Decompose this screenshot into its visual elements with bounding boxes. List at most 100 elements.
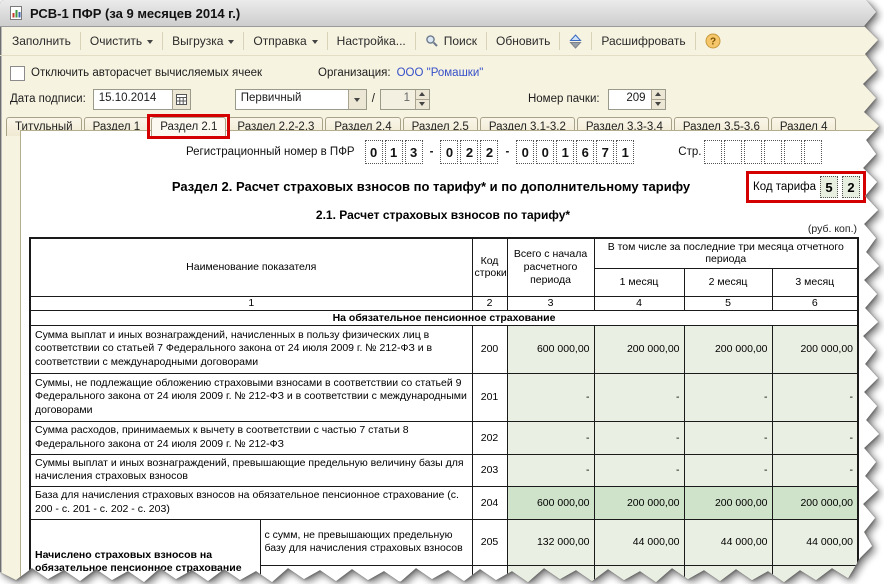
value-cell[interactable]: 200 000,00 xyxy=(683,485,773,520)
decode-button[interactable]: Расшифровать xyxy=(593,30,693,52)
value-cell[interactable]: 44 000,00 xyxy=(683,518,773,566)
group-header-row: На обязательное пенсионное страхование xyxy=(29,309,859,326)
spinner-buttons xyxy=(414,89,429,109)
value-cell[interactable]: 44 000,00 xyxy=(593,518,685,566)
header-name: Наименование показателя xyxy=(29,237,473,297)
row-subname: с сумм, превышающих предельную xyxy=(259,564,473,582)
toolbar-separator xyxy=(79,32,81,50)
help-icon: ? xyxy=(705,33,721,49)
value-cell[interactable] xyxy=(593,564,685,582)
row-code: 200 xyxy=(471,324,508,374)
value-cell[interactable]: - xyxy=(771,453,859,487)
chevron-down-icon xyxy=(354,97,361,102)
registration-row: Регистрационный номер в ПФР 0 1 3 - 0 2 … xyxy=(186,140,879,164)
tab-razdel-2-1[interactable]: Раздел 2.1 xyxy=(147,114,231,139)
value-cell[interactable] xyxy=(683,564,773,582)
row-code xyxy=(471,564,508,582)
refresh-button[interactable]: Обновить xyxy=(488,30,558,52)
page-label: Стр. xyxy=(678,146,702,158)
table-row: Начислено страховых взносов на обязатель… xyxy=(29,518,859,582)
correction-number-spinner: 1 xyxy=(379,88,430,110)
sort-arrows-icon xyxy=(569,33,582,49)
correction-type-combo[interactable]: Первичный xyxy=(234,88,367,110)
value-cell[interactable]: 132 000,00 xyxy=(506,518,595,566)
value-cell[interactable]: 600 000,00 xyxy=(506,324,595,374)
organization-link[interactable]: ООО "Ромашки" xyxy=(397,67,484,79)
value-cell[interactable]: - xyxy=(683,372,773,422)
value-cell[interactable]: - xyxy=(771,372,859,422)
value-cell[interactable]: 200 000,00 xyxy=(771,324,859,374)
header-last3: В том числе за последние три месяца отче… xyxy=(593,237,859,269)
header-total: Всего с начала расчетного периода xyxy=(506,237,595,297)
registration-cells: 0 1 3 - 0 2 2 - 0 0 1 6 7 1 xyxy=(364,140,635,164)
header-month-1: 1 месяц xyxy=(593,267,685,297)
export-button[interactable]: Выгрузка xyxy=(164,30,242,52)
value-cell[interactable]: 44 000,00 xyxy=(771,518,859,566)
value-cell[interactable]: - xyxy=(506,372,595,422)
sort-button[interactable] xyxy=(561,30,590,53)
table-row: Сумма расходов, принимаемых к вычету в с… xyxy=(29,420,859,455)
spinner-buttons[interactable] xyxy=(650,89,665,109)
screenshot: РСВ-1 ПФР (за 9 месяцев 2014 г.) Заполни… xyxy=(0,0,884,584)
value-cell[interactable]: - xyxy=(771,420,859,455)
tariff-code-label: Код тарифа xyxy=(753,181,816,193)
units-note: (руб. коп.) xyxy=(807,223,857,235)
help-button[interactable]: ? xyxy=(697,29,729,53)
sign-date-field[interactable]: 15.10.2014 xyxy=(92,88,191,110)
tariff-digit-cell[interactable]: 2 xyxy=(842,176,860,198)
value-cell[interactable] xyxy=(506,564,595,582)
window-title: РСВ-1 ПФР (за 9 месяцев 2014 г.) xyxy=(30,5,241,21)
row-group-name: Начислено страховых взносов на обязатель… xyxy=(29,518,261,582)
value-cell[interactable]: - xyxy=(506,420,595,455)
sign-date-label: Дата подписи: xyxy=(10,93,86,105)
value-cell[interactable]: - xyxy=(506,453,595,487)
row-name: Суммы выплат и иных вознаграждений, прев… xyxy=(29,453,473,487)
header-code: Код строки xyxy=(471,237,508,297)
table-row: База для начисления страховых взносов на… xyxy=(29,485,859,520)
send-button[interactable]: Отправка xyxy=(245,30,325,52)
calendar-button[interactable] xyxy=(171,89,190,109)
organization-label: Организация: xyxy=(318,67,391,79)
section-2-1-table: Наименование показателя Код строки Всего… xyxy=(29,237,860,582)
value-cell[interactable]: - xyxy=(683,453,773,487)
toolbar-separator xyxy=(591,32,593,50)
clear-button[interactable]: Очистить xyxy=(82,30,161,52)
row-name: Суммы, не подлежащие обложению страховым… xyxy=(29,372,473,422)
registration-label: Регистрационный номер в ПФР xyxy=(186,146,355,158)
row-name: Сумма выплат и иных вознаграждений, начи… xyxy=(29,324,473,374)
toolbar: Заполнить Очистить Выгрузка Отправка Нас… xyxy=(0,27,879,56)
value-cell[interactable]: 200 000,00 xyxy=(683,324,773,374)
value-cell[interactable]: 200 000,00 xyxy=(593,485,685,520)
value-cell[interactable]: 200 000,00 xyxy=(771,485,859,520)
chevron-down-icon xyxy=(228,39,235,44)
row-name: База для начисления страховых взносов на… xyxy=(29,485,473,520)
autocalc-checkbox[interactable] xyxy=(10,65,25,81)
row-name: Сумма расходов, принимаемых к вычету в с… xyxy=(29,420,473,455)
chevron-down-icon xyxy=(311,39,318,44)
tariff-digit-cell[interactable]: 5 xyxy=(820,176,838,198)
table-row: Суммы, не подлежащие обложению страховым… xyxy=(29,372,859,422)
value-cell[interactable]: - xyxy=(593,453,685,487)
value-cell[interactable]: 200 000,00 xyxy=(593,324,685,374)
value-cell[interactable]: - xyxy=(683,420,773,455)
chevron-down-icon xyxy=(147,39,154,44)
fill-button[interactable]: Заполнить xyxy=(4,30,79,52)
form-panel: Регистрационный номер в ПФР 0 1 3 - 0 2 … xyxy=(20,130,879,582)
row-code: 205 xyxy=(471,518,508,566)
search-button[interactable]: Поиск xyxy=(417,30,485,52)
combo-dropdown-button[interactable] xyxy=(347,89,366,109)
pack-number-spinner[interactable]: 209 xyxy=(607,88,666,110)
value-cell[interactable]: - xyxy=(593,372,685,422)
toolbar-separator xyxy=(326,32,328,50)
column-numbers-row: 1 2 3 4 5 6 xyxy=(29,295,859,311)
value-cell[interactable]: - xyxy=(593,420,685,455)
row-code: 204 xyxy=(471,485,508,520)
report-window: РСВ-1 ПФР (за 9 месяцев 2014 г.) Заполни… xyxy=(0,0,879,582)
annotation-red-frame-tariff: Код тарифа 5 2 xyxy=(746,171,866,203)
page-cells xyxy=(704,140,823,164)
autocalc-label: Отключить авторасчет вычисляемых ячеек xyxy=(31,67,263,79)
settings-button[interactable]: Настройка... xyxy=(329,30,414,52)
section-title-row: Раздел 2. Расчет страховых взносов по та… xyxy=(21,171,879,205)
value-cell[interactable] xyxy=(771,564,859,582)
value-cell[interactable]: 600 000,00 xyxy=(506,485,595,520)
